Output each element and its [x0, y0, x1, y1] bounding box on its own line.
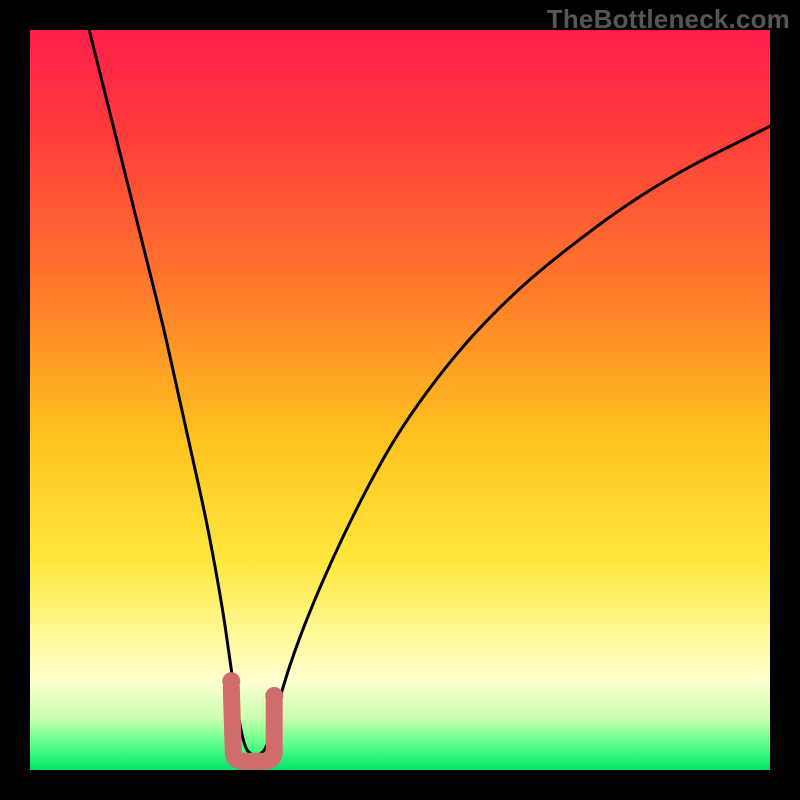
plot-svg: [30, 30, 770, 770]
plot-area: [30, 30, 770, 770]
gradient-background: [30, 30, 770, 770]
chart-container: TheBottleneck.com: [0, 0, 800, 800]
